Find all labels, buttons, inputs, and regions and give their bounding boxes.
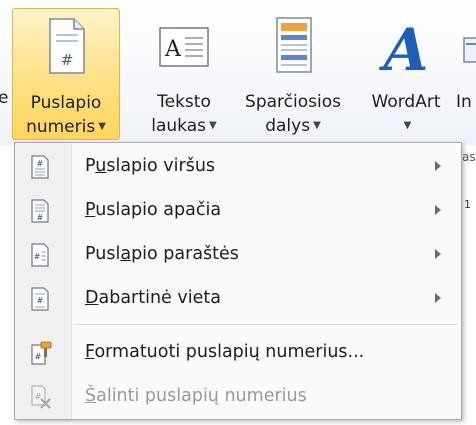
page-number-label-2: numeris — [26, 117, 96, 137]
text-box-label-2: laukas — [151, 116, 207, 136]
quick-parts-button[interactable]: Sparčiosios dalys ▼ — [234, 8, 352, 140]
text-box-button[interactable]: A Teksto laukas ▼ — [140, 8, 228, 140]
svg-text:#: # — [34, 252, 41, 261]
svg-text:A: A — [378, 16, 428, 78]
menu-item-label: Puslapio paraštės — [85, 244, 239, 264]
dropdown-caret-icon: ▼ — [209, 120, 217, 131]
menu-item-label: Formatuoti puslapių numerius... — [85, 342, 365, 362]
ribbon-right-edge-label: as — [462, 150, 476, 164]
ribbon-left-edge-label: e — [0, 88, 9, 108]
remove-page-numbers-icon: # — [29, 385, 51, 409]
current-position-icon: # — [29, 287, 51, 311]
menu-item-bottom-of-page[interactable]: # Puslapio apačia — [15, 189, 461, 231]
menu-item-label: Dabartinė vieta — [85, 288, 221, 308]
menu-separator-highlight — [75, 325, 457, 326]
svg-text:#: # — [37, 159, 44, 168]
menu-item-label: Šalinti puslapių numerius — [85, 386, 307, 406]
page-top-icon: # — [29, 155, 51, 179]
page-number-icon: # — [36, 15, 96, 79]
dropdown-caret-icon: ▼ — [313, 120, 321, 131]
svg-text:#: # — [37, 296, 44, 305]
submenu-arrow-icon — [435, 249, 441, 259]
menu-item-format-page-numbers[interactable]: # Formatuoti puslapių numerius... — [15, 331, 461, 373]
wordart-button[interactable]: A WordArt ▼ — [358, 8, 454, 140]
quick-parts-label-2: dalys — [265, 116, 311, 136]
menu-item-current-position[interactable]: # Dabartinė vieta — [15, 277, 461, 319]
insert-partial-button[interactable]: In — [456, 8, 476, 140]
dropdown-caret-icon: ▼ — [403, 120, 412, 131]
wordart-label: WordArt — [371, 92, 441, 112]
submenu-arrow-icon — [435, 293, 441, 303]
menu-item-page-margins[interactable]: # Puslapio paraštės — [15, 233, 461, 275]
insert-partial-icon — [456, 14, 476, 78]
page-number-dropdown-menu: # Puslapio viršus # Puslapio apačia # Pu… — [14, 142, 462, 420]
wordart-icon: A — [376, 14, 436, 84]
menu-item-top-of-page[interactable]: # Puslapio viršus — [15, 145, 461, 187]
page-number-button[interactable]: # Puslapio numeris ▼ — [12, 8, 120, 140]
format-page-numbers-icon: # — [29, 341, 52, 365]
quick-parts-icon — [263, 14, 323, 78]
ruler-number: 1 — [464, 198, 471, 211]
insert-partial-label: In — [456, 92, 472, 112]
page-number-label-1: Puslapio — [30, 93, 102, 113]
page-margins-icon: # — [29, 243, 51, 267]
svg-text:#: # — [61, 51, 74, 69]
text-box-icon: A — [154, 14, 214, 78]
page-bottom-icon: # — [29, 199, 51, 223]
menu-item-label: Puslapio apačia — [85, 200, 222, 220]
menu-item-label: Puslapio viršus — [85, 156, 216, 176]
submenu-arrow-icon — [435, 205, 441, 215]
menu-item-remove-page-numbers[interactable]: # Šalinti puslapių numerius — [15, 375, 461, 417]
text-box-label-1: Teksto — [157, 92, 211, 112]
svg-text:A: A — [164, 37, 182, 62]
submenu-arrow-icon — [435, 161, 441, 171]
quick-parts-label-1: Sparčiosios — [245, 92, 341, 112]
svg-text:#: # — [35, 352, 42, 361]
dropdown-caret-icon: ▼ — [98, 121, 106, 132]
svg-text:#: # — [37, 213, 44, 222]
